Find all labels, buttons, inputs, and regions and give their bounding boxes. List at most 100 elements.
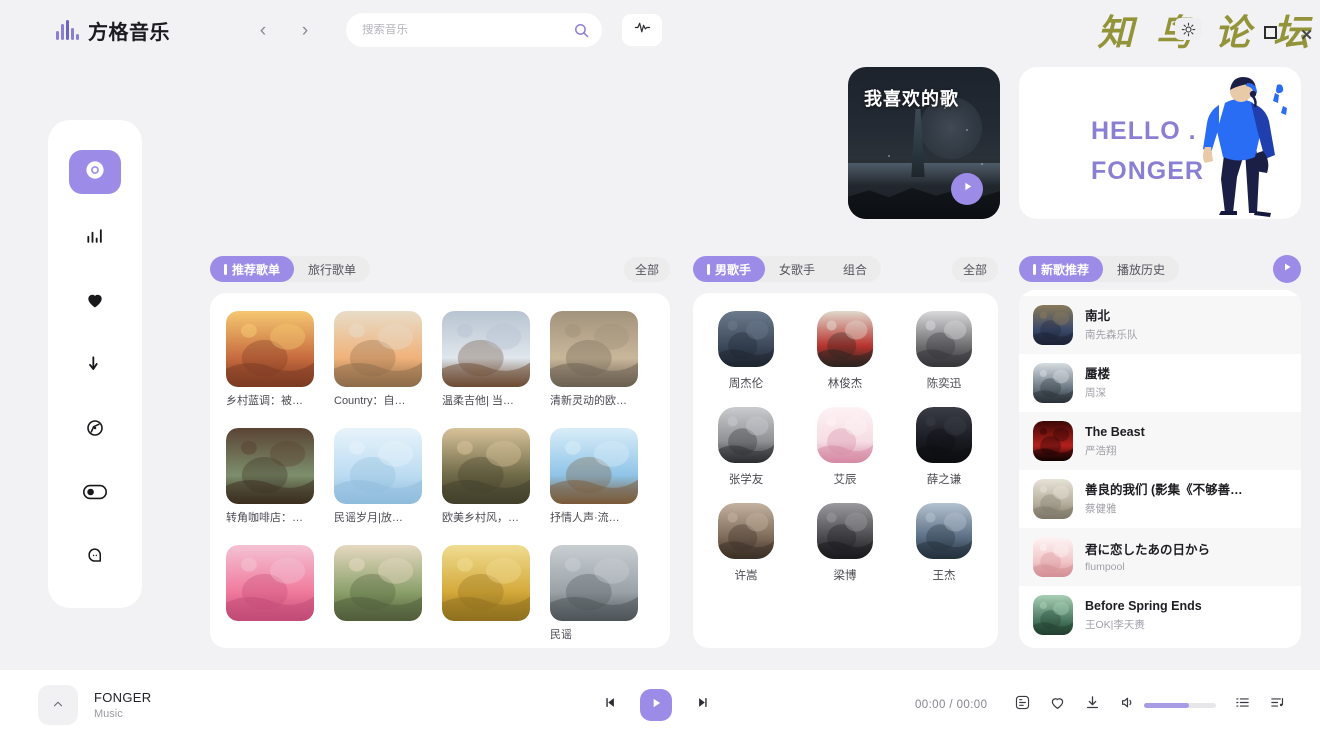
download-button[interactable] (1084, 694, 1101, 716)
avatar (916, 503, 972, 559)
sidebar-item-disc[interactable] (69, 150, 121, 194)
playlist-title: 温柔吉他| 当… (442, 395, 514, 407)
queue-button[interactable] (1269, 694, 1286, 716)
playlists-tabrow: 推荐歌单 旅行歌单 全部 (210, 256, 670, 282)
sidebar-item-radar[interactable] (69, 408, 121, 452)
back-icon[interactable]: ‹ (250, 17, 276, 43)
volume-slider[interactable] (1144, 702, 1216, 708)
song-row[interactable]: The Beast 严浩翔 (1019, 412, 1301, 470)
play-pause-button[interactable] (640, 689, 672, 721)
search-box[interactable] (346, 13, 602, 47)
playlist-card[interactable] (442, 545, 530, 642)
tab-groups[interactable]: 组合 (829, 256, 881, 282)
sidebar-item-favorites[interactable] (69, 280, 121, 324)
playlist-card[interactable] (226, 545, 314, 642)
time-total: 00:00 (956, 699, 988, 711)
tab-play-history[interactable]: 播放历史 (1103, 256, 1179, 282)
playlists-all-button[interactable]: 全部 (623, 256, 670, 282)
tab-label: 旅行歌单 (308, 262, 357, 277)
song-title: Before Spring Ends (1085, 599, 1202, 613)
heart-icon (85, 290, 105, 315)
search-icon[interactable] (573, 22, 590, 39)
singers-all-button[interactable]: 全部 (951, 256, 998, 282)
play-icon (961, 180, 974, 198)
volume-control (1119, 694, 1216, 716)
favorite-card-play-button[interactable] (951, 173, 983, 205)
playlist-title: 乡村蓝调：被… (226, 395, 303, 407)
tab-travel-playlists[interactable]: 旅行歌单 (294, 256, 370, 282)
favorite-button[interactable] (1049, 694, 1066, 716)
playlist-title: 欧美乡村风，… (442, 512, 519, 524)
sidebar-item-chat[interactable] (69, 536, 121, 580)
song-row[interactable]: 南北 南先森乐队 (1019, 296, 1301, 354)
singer-card[interactable]: 王杰 (909, 503, 979, 583)
next-button[interactable] (690, 692, 716, 718)
singer-name: 薛之谦 (926, 474, 962, 486)
songs-tabgroup: 新歌推荐 播放历史 (1019, 256, 1180, 282)
song-row[interactable]: 善良的我们 (影集《不够善… 蔡健雅 (1019, 470, 1301, 528)
singer-card[interactable]: 许嵩 (711, 503, 781, 583)
playlist-title: Country：自… (334, 395, 406, 407)
playlist-card[interactable]: 清新灵动的欧… (550, 311, 638, 408)
tab-recommended-playlists[interactable]: 推荐歌单 (210, 256, 295, 282)
hello-banner-card[interactable]: HELLO . FONGER (1019, 67, 1301, 219)
singer-card[interactable]: 梁博 (810, 503, 880, 583)
songs-play-all-button[interactable] (1273, 255, 1301, 283)
tab-female-singers[interactable]: 女歌手 (765, 256, 829, 282)
compass-icon (85, 418, 105, 443)
playlist-card[interactable]: 民谣 (550, 545, 638, 642)
search-input[interactable] (362, 24, 573, 36)
playlist-card[interactable]: 乡村蓝调：被… (226, 311, 314, 408)
expand-player-button[interactable] (38, 685, 78, 725)
singer-card[interactable]: 张学友 (711, 407, 781, 487)
favorite-songs-card[interactable]: 我喜欢的歌 (848, 67, 1000, 219)
brand-logo[interactable]: 方格音乐 (56, 16, 170, 45)
singer-name: 林俊杰 (827, 378, 863, 390)
singer-card[interactable]: 林俊杰 (810, 311, 880, 391)
equalizer-button[interactable] (622, 14, 662, 46)
song-meta: Before Spring Ends 王OK|李天赉 (1085, 598, 1202, 632)
singers-tabrow: 男歌手 女歌手 组合 全部 (693, 256, 998, 282)
song-row[interactable]: Before Spring Ends 王OK|李天赉 (1019, 586, 1301, 644)
playlist-cover (334, 428, 422, 504)
tab-male-singers[interactable]: 男歌手 (693, 256, 766, 282)
tab-label: 新歌推荐 (1041, 262, 1090, 277)
song-cover (1033, 305, 1073, 345)
playback-controls (596, 689, 716, 721)
playlist-card[interactable]: 民谣岁月|放… (334, 428, 422, 525)
song-row[interactable]: 君に恋したあの日から flumpool (1019, 528, 1301, 586)
now-playing-title: FONGER (94, 690, 152, 705)
app-root: 方格音乐 ‹ › 知 鸟 论 坛 ✕ (0, 0, 1320, 740)
forward-icon[interactable]: › (292, 17, 318, 43)
player-right-icons (1014, 694, 1286, 716)
song-cover (1033, 363, 1073, 403)
volume-button[interactable] (1119, 694, 1136, 716)
sidebar-item-charts[interactable] (69, 216, 121, 260)
lyrics-button[interactable] (1014, 694, 1031, 716)
song-artist: 南先森乐队 (1085, 329, 1138, 341)
playlist-card[interactable]: 转角咖啡店：… (226, 428, 314, 525)
singer-card[interactable]: 薛之谦 (909, 407, 979, 487)
song-row[interactable]: 蜃楼 周深 (1019, 354, 1301, 412)
song-artist: 蔡健雅 (1085, 503, 1117, 515)
singer-card[interactable]: 周杰伦 (711, 311, 781, 391)
tab-new-songs[interactable]: 新歌推荐 (1019, 256, 1104, 282)
playlist-card[interactable]: Country：自… (334, 311, 422, 408)
brand-name: 方格音乐 (88, 21, 170, 44)
sidebar-item-toggle[interactable] (69, 472, 121, 516)
sidebar-item-downloads[interactable] (69, 344, 121, 388)
playlist-card[interactable] (334, 545, 422, 642)
song-artist: 周深 (1085, 387, 1106, 399)
avatar (718, 503, 774, 559)
playlist-card[interactable]: 抒情人声·流… (550, 428, 638, 525)
singer-name: 梁博 (833, 570, 857, 582)
previous-button[interactable] (596, 692, 622, 718)
singer-card[interactable]: 陈奕迅 (909, 311, 979, 391)
playlist-card[interactable]: 欧美乡村风，… (442, 428, 530, 525)
singers-panel: 周杰伦 林俊杰 陈奕迅 张学友 艾辰 薛之谦 许嵩 梁博 王杰 (693, 293, 998, 648)
singer-card[interactable]: 艾辰 (810, 407, 880, 487)
playlist-card[interactable]: 温柔吉他| 当… (442, 311, 530, 408)
list-icon (1234, 694, 1251, 716)
playlist-order-button[interactable] (1234, 694, 1251, 716)
active-tab-bar-icon (224, 263, 227, 275)
